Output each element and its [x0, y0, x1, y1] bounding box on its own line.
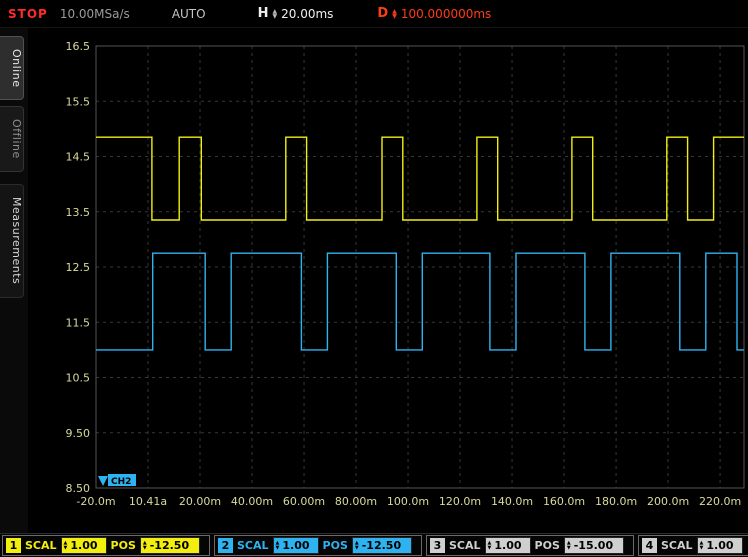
y-axis-tick-label: 13.5: [66, 206, 91, 219]
x-axis-tick-label: 120.0m: [439, 495, 481, 508]
trigger-mode: AUTO: [172, 7, 206, 21]
spin-down-icon[interactable]: ▼: [143, 546, 147, 551]
channel-1-badge[interactable]: 1: [6, 538, 21, 553]
up-down-arrows-icon[interactable]: ▲ ▼: [392, 9, 397, 19]
x-axis-tick-label: 80.00m: [335, 495, 377, 508]
channel-2-scale-value[interactable]: ▲▼ 1.00: [273, 537, 319, 554]
timebase-label: H: [258, 6, 269, 21]
horizontal-timebase-control[interactable]: H ▲ ▼ 20.00ms: [258, 6, 334, 21]
up-down-arrows-icon[interactable]: ▲ ▼: [272, 9, 277, 19]
channel-3-scale-label: SCAL: [449, 539, 481, 552]
pos-value-text: -12.50: [150, 539, 189, 552]
channel-1-scale-value[interactable]: ▲▼ 1.00: [61, 537, 107, 554]
up-down-arrows-icon[interactable]: ▲▼: [567, 541, 571, 550]
up-down-arrows-icon[interactable]: ▲▼: [355, 541, 359, 550]
y-axis-tick-label: 15.5: [66, 95, 91, 108]
pos-value-text: -12.50: [362, 539, 401, 552]
channel-2-controls: 2 SCAL ▲▼ 1.00 POS ▲▼ -12.50: [214, 535, 422, 556]
scale-value-text: 1.00: [706, 539, 733, 552]
tab-offline[interactable]: Offline: [0, 106, 24, 172]
y-axis-tick-label: 8.50: [66, 482, 91, 495]
channel-3-pos-value[interactable]: ▲▼ -15.00: [564, 537, 624, 554]
sidebar: Online Offline Measurements: [0, 28, 28, 533]
channel-4-scale-value[interactable]: ▲▼ 1.00: [697, 537, 743, 554]
y-axis-tick-label: 16.5: [66, 40, 91, 53]
main-area: Online Offline Measurements CH2 16.5 15.5 1…: [0, 28, 748, 533]
acquisition-status: STOP: [8, 7, 48, 21]
ch2-marker-label[interactable]: CH2: [111, 477, 131, 487]
channel-4-controls: 4 SCAL ▲▼ 1.00: [638, 535, 748, 556]
trigger-delay-control[interactable]: D ▲ ▼ 100.000000ms: [377, 6, 491, 21]
x-axis-tick-label: 220.0m: [699, 495, 741, 508]
scale-value-text: 1.00: [70, 539, 97, 552]
channel-bar: 1 SCAL ▲▼ 1.00 POS ▲▼ -12.50 2 SCAL ▲▼ 1…: [0, 533, 748, 557]
spin-down-icon[interactable]: ▼: [488, 546, 492, 551]
spin-down-icon[interactable]: ▼: [392, 14, 397, 19]
status-bar: STOP 10.00MSa/s AUTO H ▲ ▼ 20.00ms D ▲ ▼…: [0, 0, 748, 28]
x-axis-tick-label: 20.00m: [179, 495, 221, 508]
up-down-arrows-icon[interactable]: ▲▼: [143, 541, 147, 550]
x-axis-tick-label: 200.0m: [647, 495, 689, 508]
ch2-trace: [96, 253, 744, 350]
channel-4-badge[interactable]: 4: [642, 538, 657, 553]
channel-4-scale-label: SCAL: [661, 539, 693, 552]
scale-value-text: 1.00: [282, 539, 309, 552]
x-axis-tick-label: 60.00m: [283, 495, 325, 508]
spin-down-icon[interactable]: ▼: [355, 546, 359, 551]
up-down-arrows-icon[interactable]: ▲▼: [700, 541, 704, 550]
oscilloscope-graticule: CH2 16.5 15.5 14.5 13.5 12.5 11.5 10.5 9.50 8.50-…: [28, 28, 748, 533]
spin-down-icon[interactable]: ▼: [276, 546, 280, 551]
tab-online[interactable]: Online: [0, 36, 24, 100]
x-axis-tick-label: 140.0m: [491, 495, 533, 508]
x-axis-tick-label: 160.0m: [543, 495, 585, 508]
spin-down-icon[interactable]: ▼: [272, 14, 277, 19]
channel-2-scale-label: SCAL: [237, 539, 269, 552]
x-axis-tick-label: 100.0m: [387, 495, 429, 508]
x-axis-tick-label: 40.00m: [231, 495, 273, 508]
spin-down-icon[interactable]: ▼: [700, 546, 704, 551]
delay-label: D: [377, 6, 388, 21]
sample-rate: 10.00MSa/s: [60, 7, 130, 21]
channel-3-pos-label: POS: [535, 539, 560, 552]
x-axis-tick-label: 10.41a: [129, 495, 167, 508]
x-axis-tick-label: 180.0m: [595, 495, 637, 508]
channel-2-pos-label: POS: [323, 539, 348, 552]
channel-1-pos-label: POS: [111, 539, 136, 552]
ch1-trace: [96, 137, 744, 220]
y-axis-tick-label: 10.5: [66, 372, 91, 385]
x-axis-tick-label: -20.0m: [76, 495, 115, 508]
pos-value-text: -15.00: [574, 539, 613, 552]
tab-measurements[interactable]: Measurements: [0, 184, 24, 297]
spin-down-icon[interactable]: ▼: [64, 546, 68, 551]
channel-1-scale-label: SCAL: [25, 539, 57, 552]
channel-3-controls: 3 SCAL ▲▼ 1.00 POS ▲▼ -15.00: [426, 535, 634, 556]
up-down-arrows-icon[interactable]: ▲▼: [488, 541, 492, 550]
spin-down-icon[interactable]: ▼: [567, 546, 571, 551]
channel-3-scale-value[interactable]: ▲▼ 1.00: [485, 537, 531, 554]
channel-2-badge[interactable]: 2: [218, 538, 233, 553]
y-axis-tick-label: 12.5: [66, 261, 91, 274]
channel-2-pos-value[interactable]: ▲▼ -12.50: [352, 537, 412, 554]
channel-3-badge[interactable]: 3: [430, 538, 445, 553]
channel-1-pos-value[interactable]: ▲▼ -12.50: [140, 537, 200, 554]
channel-1-controls: 1 SCAL ▲▼ 1.00 POS ▲▼ -12.50: [2, 535, 210, 556]
delay-value[interactable]: 100.000000ms: [401, 7, 491, 21]
timebase-value[interactable]: 20.00ms: [281, 7, 333, 21]
y-axis-tick-label: 9.50: [66, 427, 91, 440]
up-down-arrows-icon[interactable]: ▲▼: [64, 541, 68, 550]
y-axis-tick-label: 11.5: [66, 316, 91, 329]
waveform-display: CH2 16.5 15.5 14.5 13.5 12.5 11.5 10.5 9.50 8.50-…: [28, 28, 748, 533]
y-axis-tick-label: 14.5: [66, 151, 91, 164]
scale-value-text: 1.00: [494, 539, 521, 552]
up-down-arrows-icon[interactable]: ▲▼: [276, 541, 280, 550]
ch2-marker-triangle-icon[interactable]: [98, 476, 108, 486]
